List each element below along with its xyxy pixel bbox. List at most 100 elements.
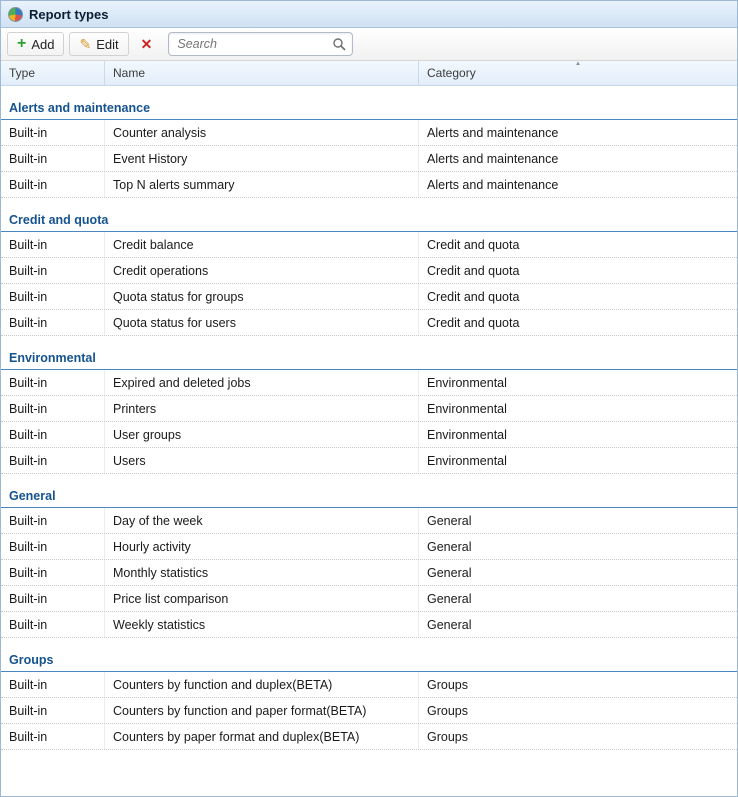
column-header-type[interactable]: Type xyxy=(1,61,105,85)
table-row[interactable]: Built-inEvent HistoryAlerts and maintena… xyxy=(1,146,737,172)
cell-category: General xyxy=(419,612,737,637)
edit-button-label: Edit xyxy=(96,37,118,52)
pencil-icon: ✎ xyxy=(79,37,91,51)
group-header[interactable]: Credit and quota xyxy=(1,198,737,232)
table-row[interactable]: Built-inCounters by function and paper f… xyxy=(1,698,737,724)
table-row[interactable]: Built-inQuota status for usersCredit and… xyxy=(1,310,737,336)
window-titlebar: Report types xyxy=(1,1,737,28)
cell-type: Built-in xyxy=(1,172,105,197)
cell-type: Built-in xyxy=(1,698,105,723)
delete-x-icon: ✕ xyxy=(141,37,153,51)
cell-category: Environmental xyxy=(419,370,737,395)
cell-category: Groups xyxy=(419,672,737,697)
table-row[interactable]: Built-inPrice list comparisonGeneral xyxy=(1,586,737,612)
cell-category: Alerts and maintenance xyxy=(419,146,737,171)
table-row[interactable]: Built-inCounter analysisAlerts and maint… xyxy=(1,120,737,146)
pie-chart-icon xyxy=(8,7,23,22)
cell-type: Built-in xyxy=(1,120,105,145)
cell-category: Alerts and maintenance xyxy=(419,172,737,197)
cell-name: Weekly statistics xyxy=(105,612,419,637)
table-header: Type Name ▲ Category xyxy=(1,61,737,86)
group-header[interactable]: Environmental xyxy=(1,336,737,370)
cell-type: Built-in xyxy=(1,534,105,559)
cell-name: Day of the week xyxy=(105,508,419,533)
group-header[interactable]: Alerts and maintenance xyxy=(1,86,737,120)
delete-button[interactable]: ✕ xyxy=(134,32,160,56)
group-header[interactable]: Groups xyxy=(1,638,737,672)
cell-name: Quota status for groups xyxy=(105,284,419,309)
table-row[interactable]: Built-inCounters by paper format and dup… xyxy=(1,724,737,750)
column-header-name[interactable]: Name xyxy=(105,61,419,85)
group-section: Alerts and maintenanceBuilt-inCounter an… xyxy=(1,86,737,198)
cell-name: Counters by paper format and duplex(BETA… xyxy=(105,724,419,749)
cell-name: Credit operations xyxy=(105,258,419,283)
cell-category: Groups xyxy=(419,724,737,749)
cell-type: Built-in xyxy=(1,396,105,421)
cell-type: Built-in xyxy=(1,586,105,611)
cell-name: Expired and deleted jobs xyxy=(105,370,419,395)
cell-category: General xyxy=(419,560,737,585)
cell-category: General xyxy=(419,534,737,559)
search-box[interactable] xyxy=(168,32,353,56)
cell-type: Built-in xyxy=(1,258,105,283)
table-row[interactable]: Built-inQuota status for groupsCredit an… xyxy=(1,284,737,310)
table-row[interactable]: Built-inUser groupsEnvironmental xyxy=(1,422,737,448)
window-title: Report types xyxy=(29,7,108,22)
group-section: GeneralBuilt-inDay of the weekGeneralBui… xyxy=(1,474,737,638)
table-row[interactable]: Built-inPrintersEnvironmental xyxy=(1,396,737,422)
search-input[interactable] xyxy=(169,34,327,54)
table-row[interactable]: Built-inHourly activityGeneral xyxy=(1,534,737,560)
sort-asc-icon: ▲ xyxy=(575,61,581,67)
cell-name: Printers xyxy=(105,396,419,421)
cell-type: Built-in xyxy=(1,284,105,309)
cell-category: Credit and quota xyxy=(419,310,737,335)
cell-name: Counters by function and duplex(BETA) xyxy=(105,672,419,697)
cell-category: Alerts and maintenance xyxy=(419,120,737,145)
cell-type: Built-in xyxy=(1,448,105,473)
toolbar: + Add ✎ Edit ✕ xyxy=(1,28,737,61)
cell-category: Credit and quota xyxy=(419,284,737,309)
search-icon[interactable] xyxy=(332,37,346,51)
cell-type: Built-in xyxy=(1,672,105,697)
cell-name: Hourly activity xyxy=(105,534,419,559)
table-row[interactable]: Built-inWeekly statisticsGeneral xyxy=(1,612,737,638)
table-row[interactable]: Built-inCounters by function and duplex(… xyxy=(1,672,737,698)
cell-name: Monthly statistics xyxy=(105,560,419,585)
table-row[interactable]: Built-inUsersEnvironmental xyxy=(1,448,737,474)
cell-type: Built-in xyxy=(1,310,105,335)
cell-type: Built-in xyxy=(1,508,105,533)
cell-name: Event History xyxy=(105,146,419,171)
column-header-category-label: Category xyxy=(427,66,476,80)
cell-name: Users xyxy=(105,448,419,473)
cell-type: Built-in xyxy=(1,612,105,637)
cell-name: Counter analysis xyxy=(105,120,419,145)
add-button-label: Add xyxy=(31,37,54,52)
table-row[interactable]: Built-inMonthly statisticsGeneral xyxy=(1,560,737,586)
cell-name: Price list comparison xyxy=(105,586,419,611)
table-row[interactable]: Built-inCredit balanceCredit and quota xyxy=(1,232,737,258)
cell-type: Built-in xyxy=(1,724,105,749)
cell-category: Environmental xyxy=(419,448,737,473)
edit-button[interactable]: ✎ Edit xyxy=(69,32,128,56)
column-header-category[interactable]: ▲ Category xyxy=(419,61,737,85)
cell-category: General xyxy=(419,586,737,611)
cell-category: Environmental xyxy=(419,422,737,447)
table-row[interactable]: Built-inDay of the weekGeneral xyxy=(1,508,737,534)
cell-name: Credit balance xyxy=(105,232,419,257)
column-header-type-label: Type xyxy=(9,66,35,80)
cell-category: Credit and quota xyxy=(419,232,737,257)
group-section: Credit and quotaBuilt-inCredit balanceCr… xyxy=(1,198,737,336)
add-button[interactable]: + Add xyxy=(7,32,64,56)
cell-type: Built-in xyxy=(1,422,105,447)
table-row[interactable]: Built-inTop N alerts summaryAlerts and m… xyxy=(1,172,737,198)
table-row[interactable]: Built-inExpired and deleted jobsEnvironm… xyxy=(1,370,737,396)
cell-type: Built-in xyxy=(1,146,105,171)
group-header[interactable]: General xyxy=(1,474,737,508)
report-types-window: Report types + Add ✎ Edit ✕ Type xyxy=(0,0,738,797)
cell-category: Environmental xyxy=(419,396,737,421)
column-header-name-label: Name xyxy=(113,66,145,80)
cell-category: Groups xyxy=(419,698,737,723)
cell-name: Counters by function and paper format(BE… xyxy=(105,698,419,723)
table-row[interactable]: Built-inCredit operationsCredit and quot… xyxy=(1,258,737,284)
group-section: EnvironmentalBuilt-inExpired and deleted… xyxy=(1,336,737,474)
